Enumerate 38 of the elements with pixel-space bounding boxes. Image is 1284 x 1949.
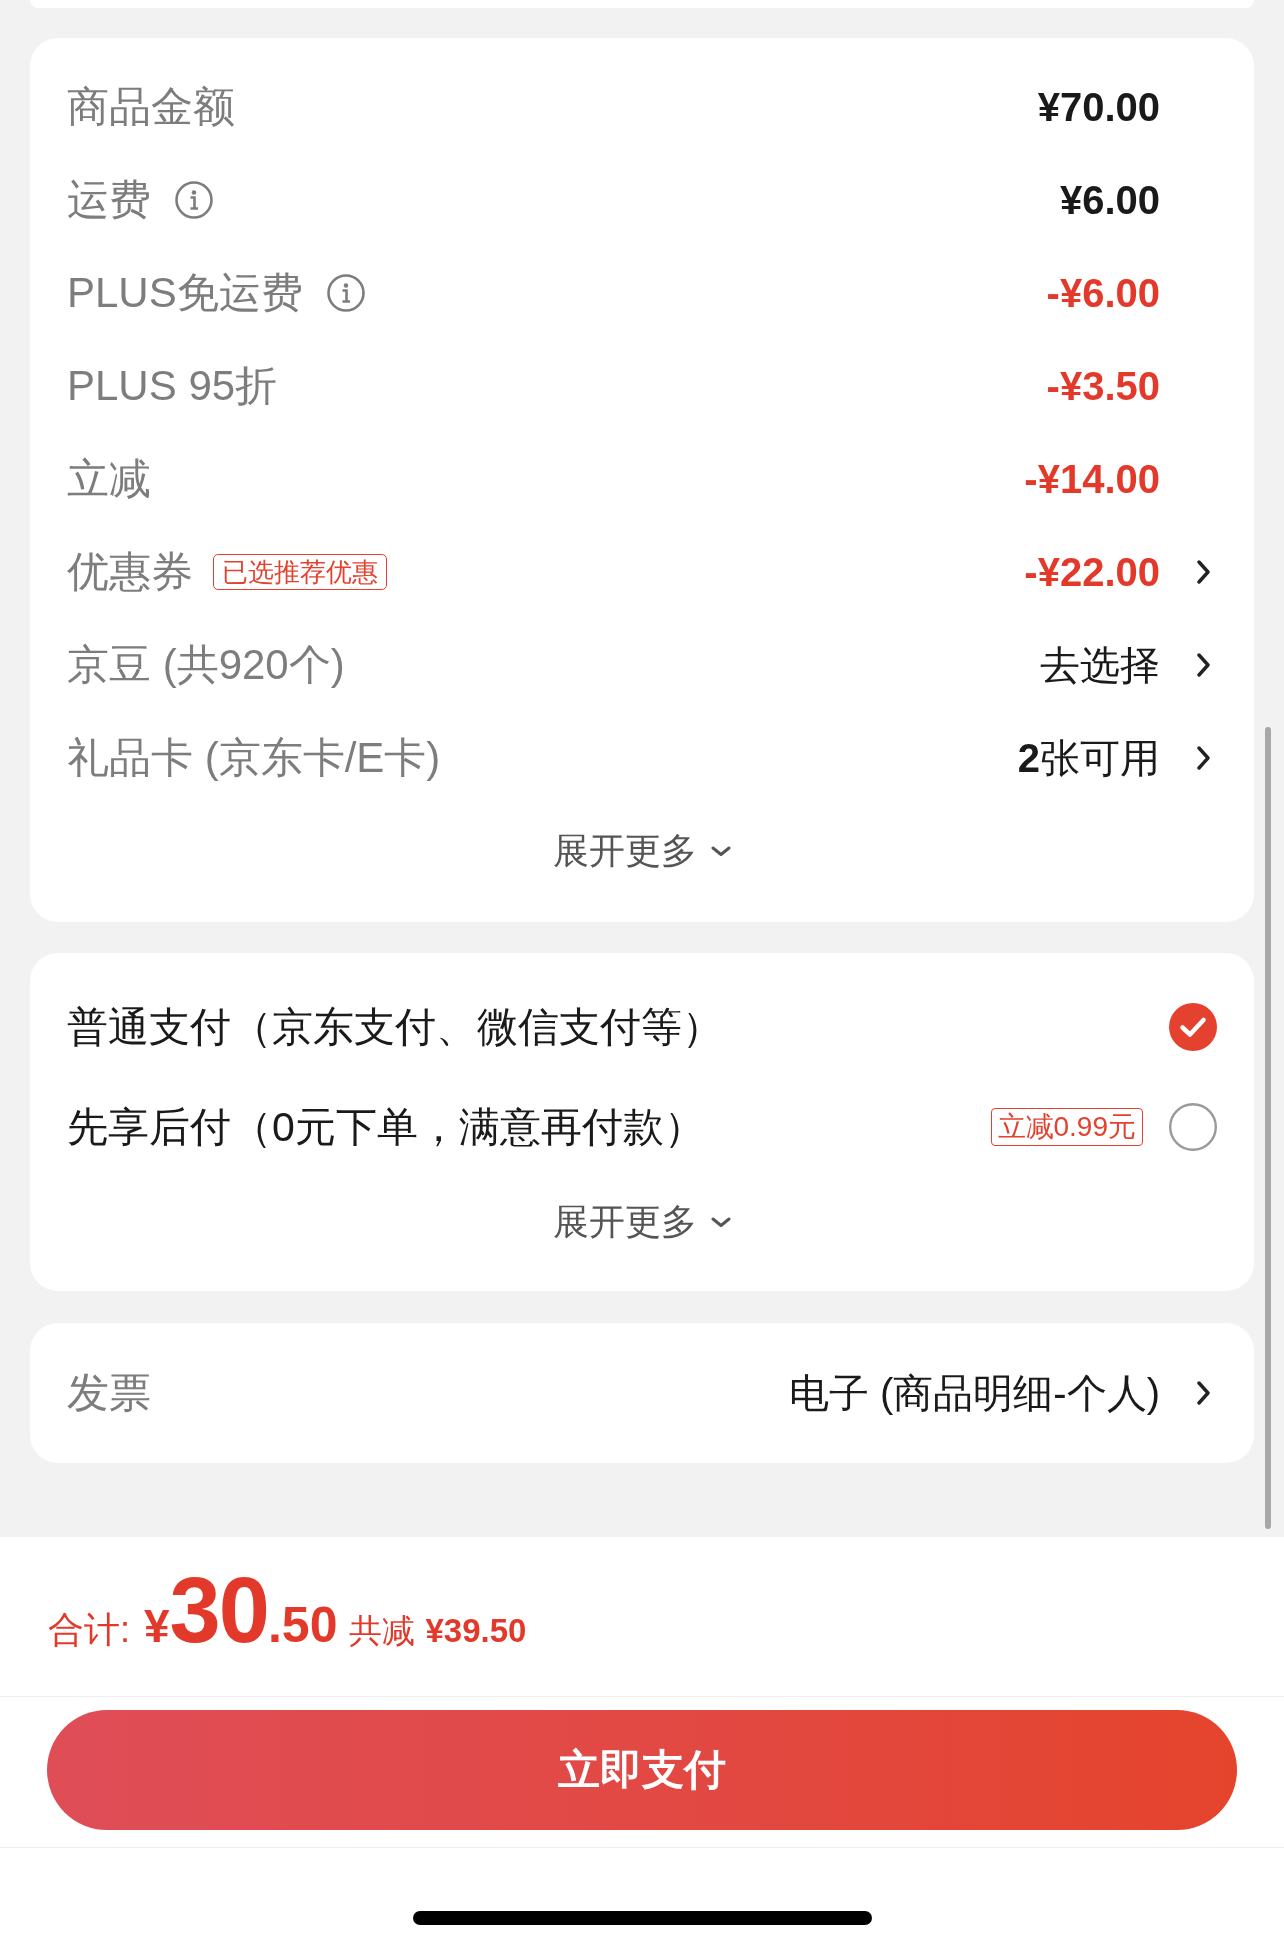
chevron-right-icon[interactable] [1197,1381,1210,1405]
row-value: -¥14.00 [1024,458,1160,499]
total-amount: ¥30.50 [144,1563,338,1656]
row-value: ¥70.00 [1037,86,1160,127]
discount-tag: 立减0.99元 [990,1108,1143,1146]
pay-button[interactable]: 立即支付 [47,1710,1237,1830]
info-icon[interactable] [326,273,365,312]
row-label: 运费 [67,178,151,221]
payment-option-label[interactable]: 先享后付（0元下单，满意再付款） [67,1106,705,1148]
row-value: 去选择 [1040,644,1160,685]
payment-option-label[interactable]: 普通支付（京东支付、微信支付等） [67,1006,723,1048]
row-label: PLUS免运费 [67,271,303,314]
total-label: 合计: [48,1611,130,1648]
row-value: -¥22.00 [1024,551,1160,592]
checked-radio-icon[interactable] [1169,1003,1217,1051]
chevron-right-icon[interactable] [1197,745,1210,770]
info-icon[interactable] [175,180,213,219]
chevron-down-icon [711,845,731,857]
expand-more-button[interactable]: 展开更多 [553,833,731,869]
chevron-right-icon[interactable] [1197,652,1210,677]
row-label: 京豆 (共920个) [67,643,345,686]
row-value: 2张可用 [1017,737,1160,778]
row-label: 立减 [67,457,151,500]
row-label: 优惠券 [67,550,193,593]
invoice-value[interactable]: 电子 (商品明细-个人) [788,1373,1160,1413]
row-value: -¥3.50 [1046,365,1160,406]
row-label: 礼品卡 (京东卡/E卡) [67,736,441,779]
expand-more-button[interactable]: 展开更多 [553,1204,731,1240]
row-value: ¥6.00 [1059,179,1160,220]
chevron-down-icon [711,1216,731,1228]
recommended-tag: 已选推荐优惠 [213,553,387,590]
row-value: -¥6.00 [1046,272,1160,313]
chevron-right-icon[interactable] [1197,559,1210,584]
row-label: 商品金额 [67,85,235,128]
radio-icon[interactable] [1169,1103,1217,1151]
row-label: PLUS 95折 [67,364,278,407]
invoice-label: 发票 [67,1372,151,1414]
savings-text: 共减 ¥39.50 [349,1613,527,1647]
